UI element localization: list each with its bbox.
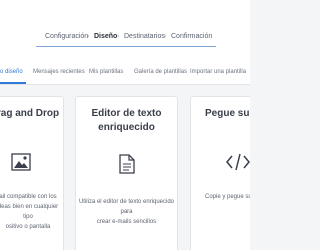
tab-diseno[interactable]: o diseño <box>0 60 26 84</box>
document-icon <box>119 154 135 174</box>
breadcrumb-step-destinatarios[interactable]: Destinatarios <box>124 33 165 40</box>
code-icon <box>226 153 250 171</box>
header-area <box>0 0 250 60</box>
paste-code-card[interactable]: Pegue su c Copie y pegue su c <box>190 96 250 250</box>
card-description: Utiliza el editor de texto enriquecido p… <box>78 199 175 225</box>
tab-mis-plantillas[interactable]: Mis plantillas <box>89 60 123 84</box>
breadcrumb-underline <box>36 46 216 47</box>
image-icon <box>11 153 31 171</box>
tab-mensajes-recientes[interactable]: Mensajes recientes <box>33 60 85 84</box>
breadcrumb-separator: › <box>87 33 90 40</box>
card-title: Editor de texto enriquecido <box>91 108 162 133</box>
tab-galeria-plantillas[interactable]: Galería de plantillas <box>134 60 187 84</box>
tab-importar-plantilla[interactable]: Importar una plantilla <box>190 60 246 84</box>
drag-and-drop-card[interactable]: rag and Drop ail compatible con los deas… <box>0 96 64 250</box>
breadcrumb-step-diseno[interactable]: Diseño <box>94 33 117 40</box>
breadcrumb-step-confirmacion[interactable]: Confirmación <box>171 33 212 40</box>
email-designer-screen: Configuración › Diseño › Destinatarios ›… <box>0 0 250 250</box>
card-title: rag and Drop <box>0 108 60 119</box>
breadcrumb-separator: › <box>164 33 167 40</box>
tabs-bar: o diseño Mensajes recientes Mis plantill… <box>0 60 250 85</box>
card-description: Copie y pegue su c <box>205 194 250 200</box>
card-description: ail compatible con los deas bien en cual… <box>0 194 59 230</box>
rich-text-editor-card[interactable]: Editor de texto enriquecido Utiliza el e… <box>75 96 178 250</box>
breadcrumb-step-configuracion[interactable]: Configuración <box>45 33 88 40</box>
breadcrumb-separator: › <box>117 33 120 40</box>
breadcrumb: Configuración › Diseño › Destinatarios ›… <box>0 33 250 47</box>
card-title: Pegue su c <box>205 108 250 119</box>
